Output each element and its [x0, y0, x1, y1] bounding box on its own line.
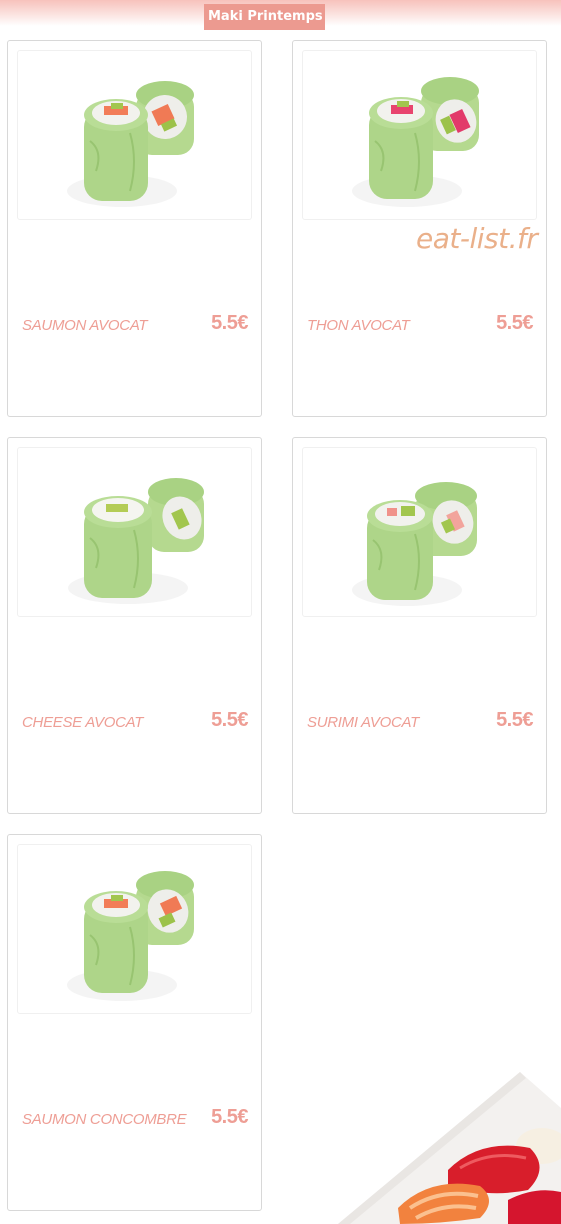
menu-item-card[interactable]: SAUMON CONCOMBRE 5.5€: [7, 834, 262, 1211]
item-price: 5.5€: [211, 709, 248, 731]
item-photo: [302, 447, 537, 617]
menu-item-card[interactable]: SAUMON AVOCAT 5.5€: [7, 40, 262, 417]
item-price: 5.5€: [211, 312, 248, 334]
item-photo: [302, 50, 537, 220]
menu-item-card[interactable]: CHEESE AVOCAT 5.5€: [7, 437, 262, 814]
item-photo: [17, 447, 252, 617]
menu-item-card[interactable]: SURIMI AVOCAT 5.5€: [292, 437, 547, 814]
item-name: SAUMON AVOCAT: [22, 317, 148, 334]
item-price: 5.5€: [211, 1106, 248, 1128]
category-title: Maki Printemps: [204, 4, 325, 30]
item-name: SURIMI AVOCAT: [307, 714, 419, 731]
item-photo: [17, 50, 252, 220]
sushi-plate-image: [330, 1068, 561, 1224]
item-name: SAUMON CONCOMBRE: [22, 1111, 187, 1128]
item-photo: [17, 844, 252, 1014]
item-name: CHEESE AVOCAT: [22, 714, 144, 731]
watermark-text: eat-list.fr: [416, 222, 538, 255]
item-price: 5.5€: [496, 709, 533, 731]
item-price: 5.5€: [496, 312, 533, 334]
item-name: THON AVOCAT: [307, 317, 410, 334]
